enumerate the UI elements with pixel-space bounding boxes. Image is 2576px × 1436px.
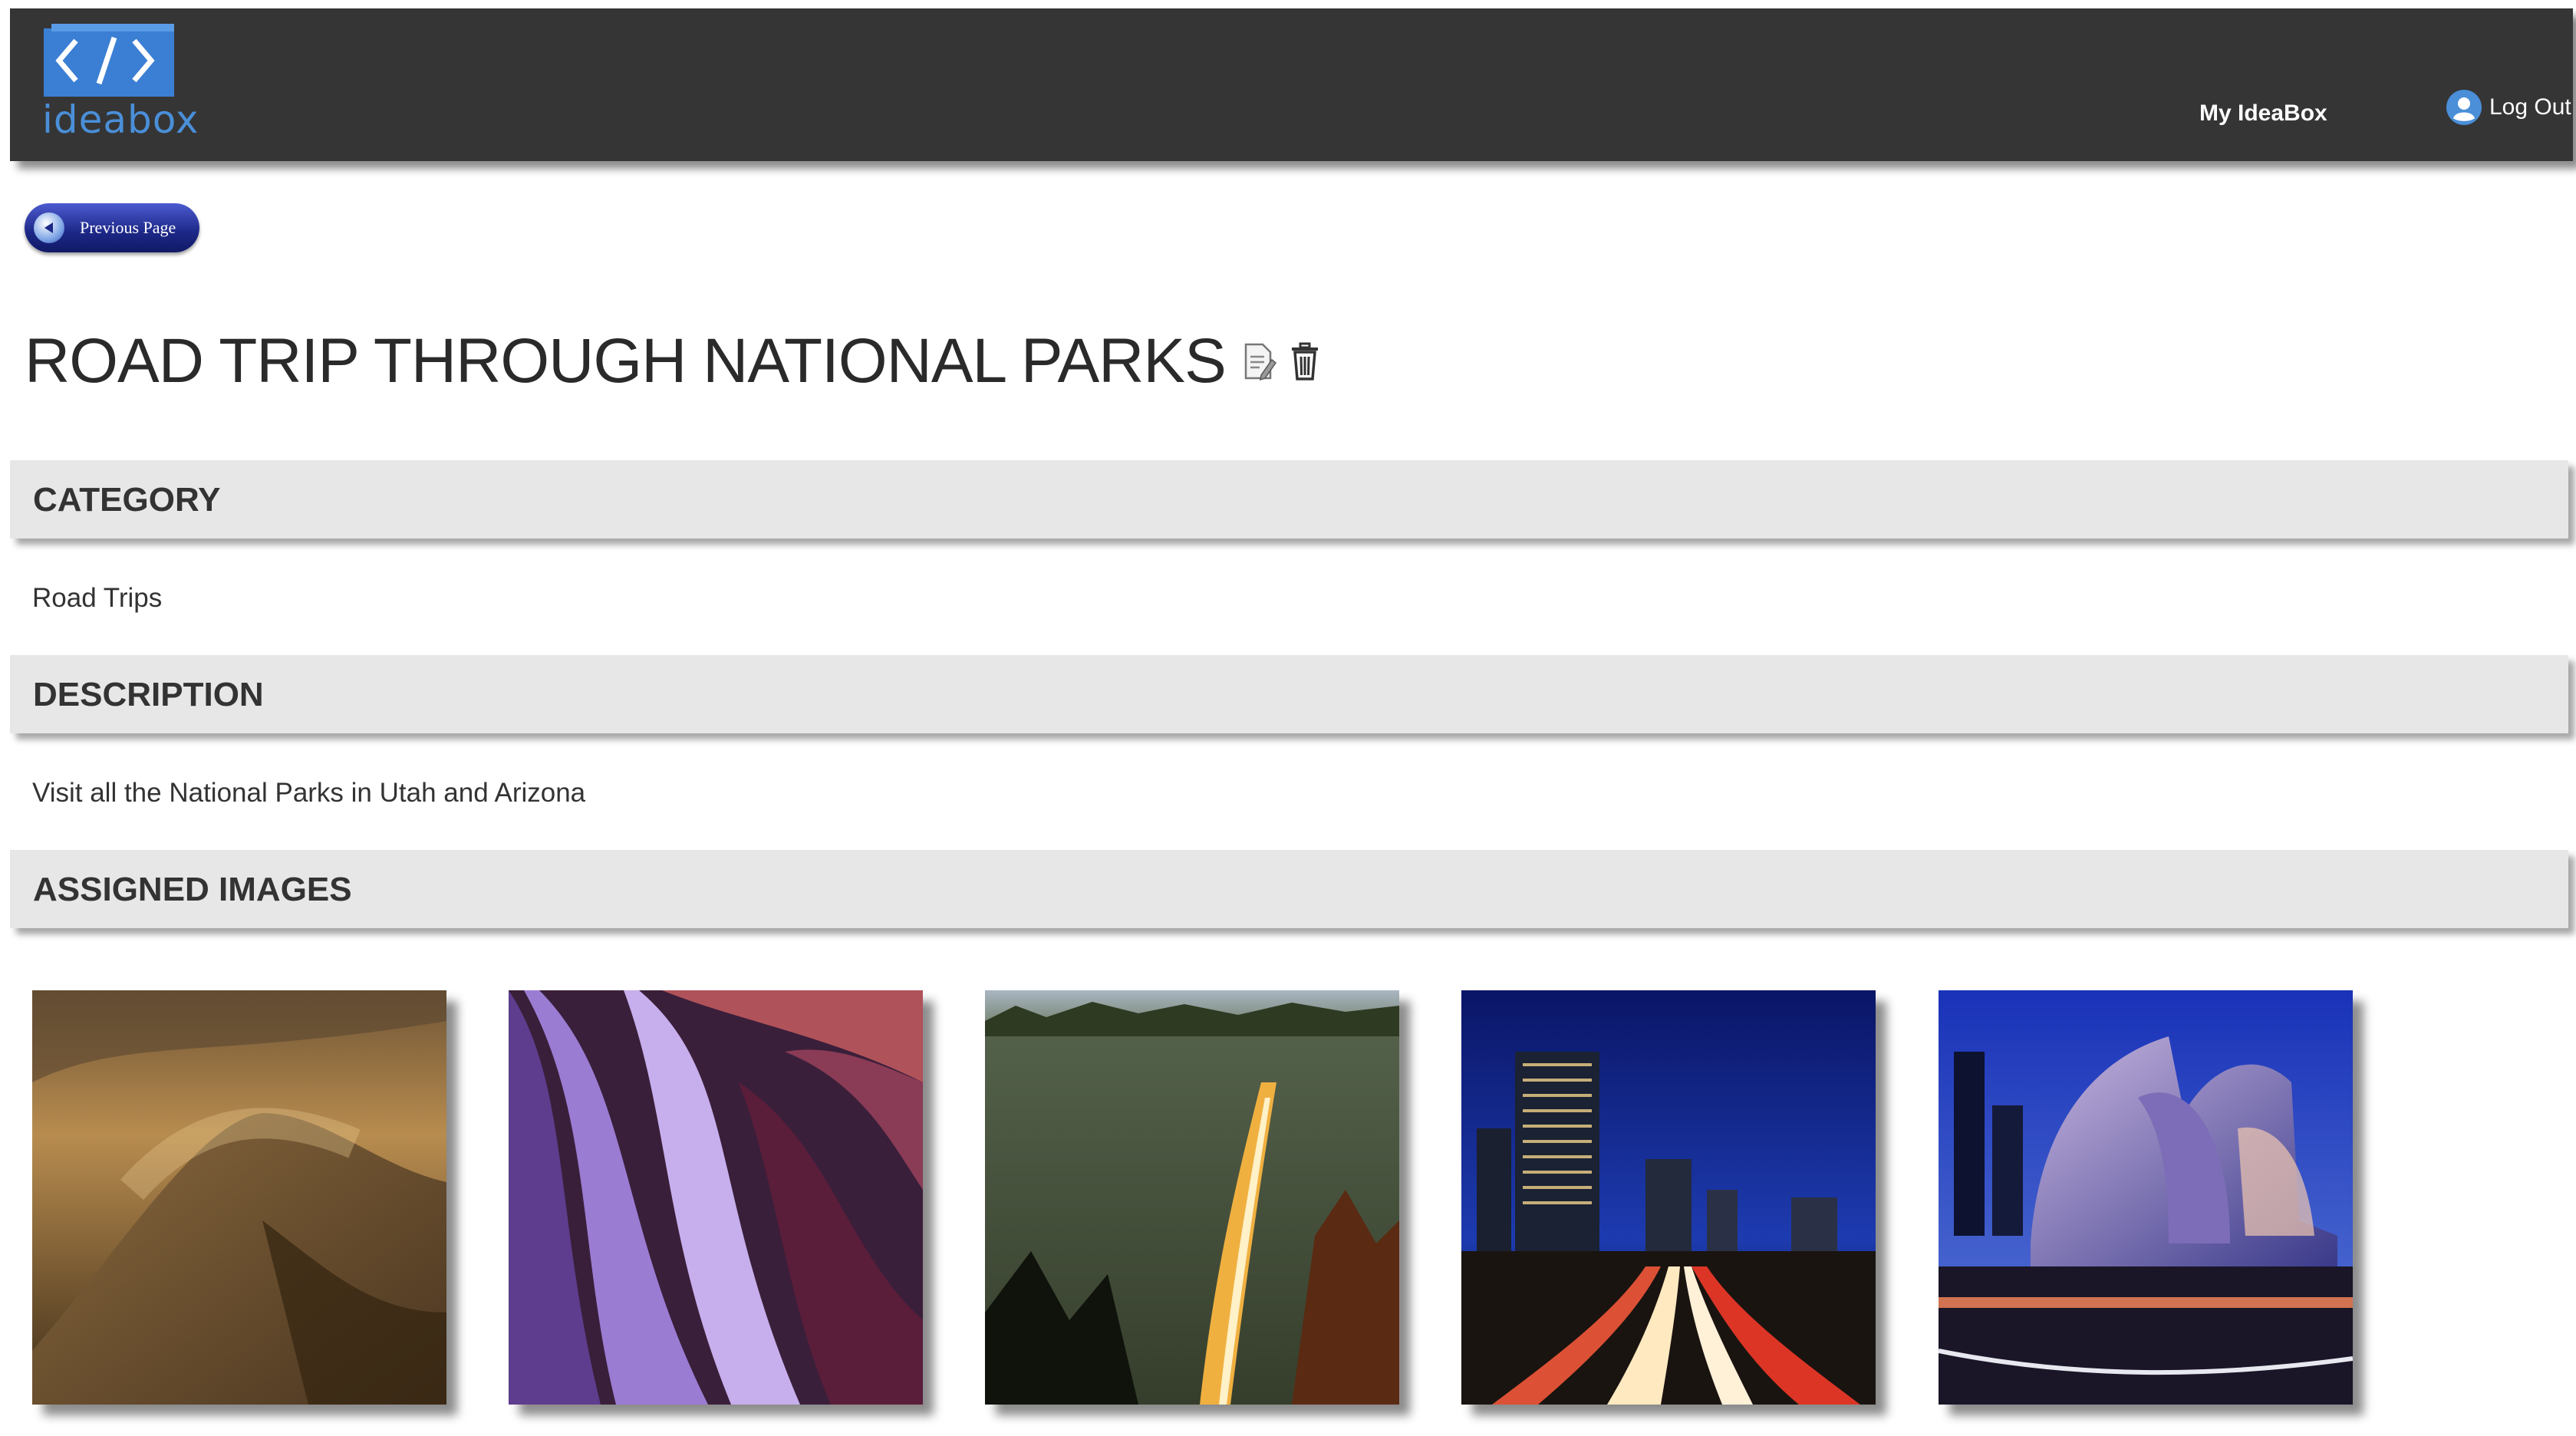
previous-page-label: Previous Page	[80, 218, 176, 237]
trash-icon[interactable]	[1287, 341, 1323, 381]
assigned-images-section-header: ASSIGNED IMAGES	[10, 850, 2568, 928]
image-thumbnail-waterfall[interactable]	[985, 990, 1399, 1405]
code-box-logo-icon	[44, 24, 174, 97]
log-out-label: Log Out	[2489, 94, 2571, 120]
nav-my-ideabox[interactable]: My IdeaBox	[2199, 102, 2327, 125]
image-thumbnail-city-highway[interactable]	[1461, 990, 1876, 1405]
logo-text: ideabox	[42, 97, 199, 142]
category-heading: CATEGORY	[33, 481, 221, 519]
description-value: Visit all the National Parks in Utah and…	[32, 778, 586, 808]
edit-document-icon[interactable]	[1241, 341, 1276, 381]
top-navbar: ideabox My IdeaBox Log Out	[10, 8, 2573, 161]
description-section-header: DESCRIPTION	[10, 655, 2568, 733]
ideabox-logo[interactable]: ideabox	[33, 24, 198, 154]
image-thumbnail-concert-hall[interactable]	[1939, 990, 2353, 1405]
nav-log-out[interactable]: Log Out	[2446, 90, 2571, 125]
category-value: Road Trips	[32, 583, 163, 613]
image-thumbnail-sand-dune[interactable]	[32, 990, 446, 1405]
image-thumbnail-slot-canyon[interactable]	[509, 990, 923, 1405]
idea-title-row: ROAD TRIP THROUGH NATIONAL PARKS	[25, 330, 1323, 393]
back-arrow-icon	[34, 212, 64, 243]
previous-page-button[interactable]: Previous Page	[25, 203, 199, 252]
category-section-header: CATEGORY	[10, 460, 2568, 538]
page-title: ROAD TRIP THROUGH NATIONAL PARKS	[25, 326, 1227, 396]
description-heading: DESCRIPTION	[33, 676, 264, 713]
user-avatar-icon	[2446, 90, 2482, 125]
assigned-images-heading: ASSIGNED IMAGES	[33, 871, 352, 908]
